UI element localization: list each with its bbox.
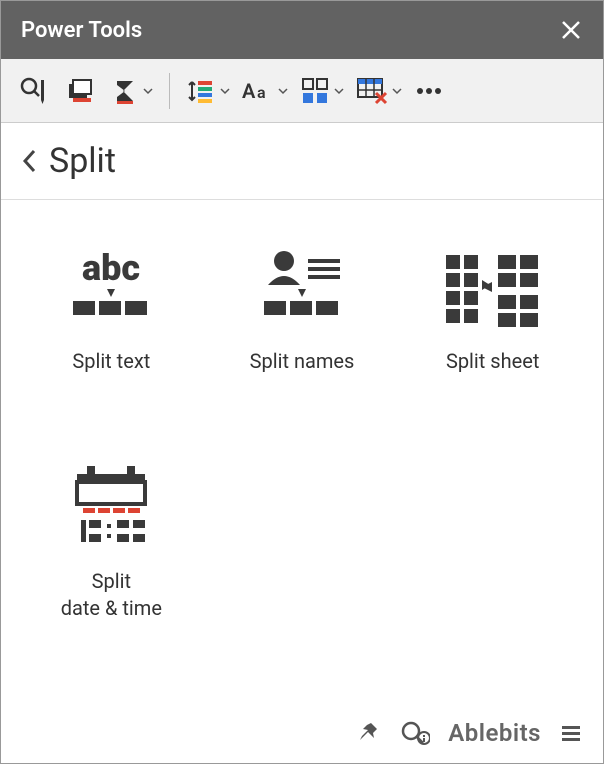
- toolbar-separator: [169, 73, 170, 109]
- chevron-left-icon: [21, 147, 39, 175]
- brand-label: Ablebits: [448, 719, 541, 747]
- help-button[interactable]: [400, 720, 430, 746]
- titlebar: Power Tools: [1, 1, 603, 59]
- search-info-icon: [400, 720, 430, 746]
- svg-text:a: a: [257, 83, 266, 102]
- tile-label: Split text: [72, 348, 150, 375]
- split-date-time-icon: [61, 460, 161, 560]
- sort-button[interactable]: [180, 70, 232, 112]
- svg-text:abc: abc: [82, 247, 140, 289]
- pin-button[interactable]: [356, 720, 382, 746]
- svg-text:A: A: [242, 79, 256, 103]
- chevron-down-icon: [334, 86, 344, 96]
- tile-split-text[interactable]: abc Split text: [21, 230, 202, 430]
- tile-grid: abc Split text Split names: [1, 200, 603, 703]
- clear-button[interactable]: [350, 71, 404, 111]
- more-button[interactable]: [408, 70, 450, 112]
- breadcrumb-label: Split: [49, 141, 116, 181]
- chevron-down-icon: [278, 86, 288, 96]
- menu-button[interactable]: [559, 721, 583, 745]
- pin-icon: [356, 720, 382, 746]
- more-icon: [414, 76, 444, 106]
- close-icon: [559, 18, 583, 42]
- sigma-button[interactable]: [105, 71, 155, 111]
- split-text-icon: abc: [61, 245, 161, 335]
- table-x-icon: [356, 77, 388, 105]
- chevron-down-icon: [143, 86, 153, 96]
- close-button[interactable]: [559, 18, 583, 42]
- footer: Ablebits: [1, 703, 603, 763]
- split-sheet-icon: [438, 245, 548, 335]
- grid-tool-button[interactable]: [294, 70, 346, 112]
- tile-label: Split names: [250, 348, 355, 375]
- toolbar: A a: [1, 59, 603, 123]
- stack-icon: [65, 76, 95, 106]
- text-case-icon: A a: [242, 78, 274, 104]
- chevron-down-icon: [392, 86, 402, 96]
- magnifier-pencil-icon: [19, 76, 49, 106]
- text-case-button[interactable]: A a: [236, 72, 290, 110]
- dedupe-button[interactable]: [59, 70, 101, 112]
- tile-label: Split sheet: [446, 348, 539, 375]
- grid-icon: [300, 76, 330, 106]
- tile-split-sheet[interactable]: Split sheet: [402, 230, 583, 430]
- sort-icon: [186, 76, 216, 106]
- smart-toolbar-button[interactable]: [13, 70, 55, 112]
- chevron-down-icon: [220, 86, 230, 96]
- hamburger-icon: [559, 721, 583, 745]
- sigma-icon: [111, 77, 139, 105]
- tile-split-date-time[interactable]: Split date & time: [21, 450, 202, 650]
- tile-label: Split date & time: [61, 568, 162, 622]
- back-breadcrumb[interactable]: Split: [1, 123, 603, 200]
- split-names-icon: [252, 245, 352, 335]
- tile-split-names[interactable]: Split names: [212, 230, 393, 430]
- app-title: Power Tools: [21, 18, 142, 43]
